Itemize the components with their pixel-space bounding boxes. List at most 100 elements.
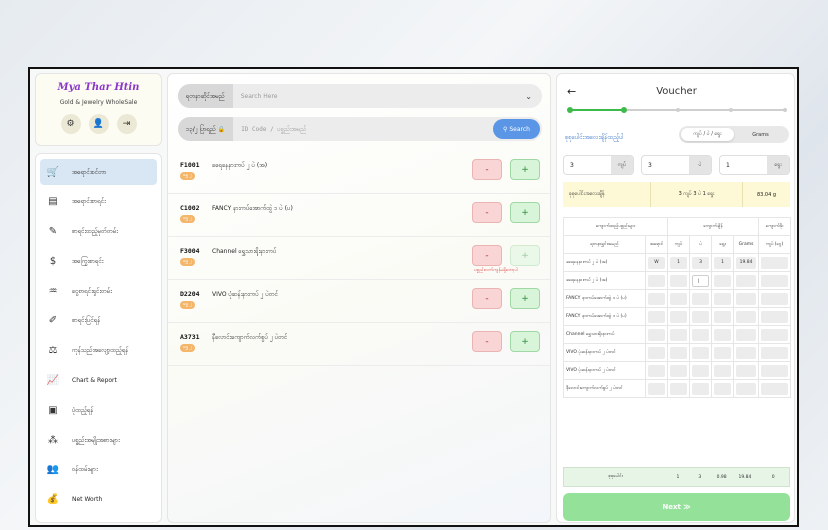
logout-button[interactable]: ⇥ (116, 114, 137, 134)
column-header: ရွေး (711, 235, 735, 254)
increase-button[interactable]: + (510, 159, 540, 180)
row-grams-input[interactable]: 19.84 (736, 256, 757, 269)
row-price-input[interactable] (761, 292, 789, 305)
chevron-down-icon[interactable]: ⌄ (525, 92, 532, 101)
row-kyat-input[interactable] (670, 328, 688, 341)
row-pe-input[interactable] (692, 382, 710, 395)
row-color-input[interactable] (648, 328, 666, 341)
row-grams-input[interactable] (736, 310, 757, 323)
row-yway-input[interactable] (714, 328, 732, 341)
increase-button[interactable]: + (510, 288, 540, 309)
sidebar-item[interactable]: ✐ စာရင်းပြင်ရန် (40, 308, 157, 334)
row-color-input[interactable] (648, 364, 666, 377)
sidebar-item[interactable]: ✎ စာရင်းထည့်မှတ်တမ်း (40, 219, 157, 245)
sidebar-item[interactable]: 💰 Net Worth (40, 487, 157, 513)
unit-toggle-option[interactable]: ကျပ် / ပဲ / ရွေး (681, 128, 734, 141)
total-yway: 0.98 (716, 474, 727, 480)
row-grams-input[interactable] (736, 346, 757, 359)
sidebar-item[interactable]: 📈 Chart & Report (40, 368, 157, 394)
row-grams-input[interactable] (736, 292, 757, 305)
cart-icon: 🛒 (46, 166, 60, 178)
row-grams-input[interactable] (736, 274, 757, 287)
row-cell (733, 379, 760, 398)
product-row: D2204 VIVO ပုံဆန်းနားကပ် ၂ ပဲတင် ရွှေ ၂ - + (168, 280, 550, 323)
row-yway-input[interactable] (714, 274, 732, 287)
row-price-input[interactable] (761, 310, 789, 323)
row-kyat-input[interactable] (670, 382, 688, 395)
row-kyat-input[interactable]: 1 (670, 256, 688, 269)
row-kyat-input[interactable] (670, 292, 688, 305)
row-cell: 1 (711, 253, 735, 272)
sidebar-item[interactable]: ⁂ ပစ္စည်းအမျိုးအစားများ (40, 427, 157, 453)
row-kyat-input[interactable] (670, 364, 688, 377)
row-yway-input[interactable]: 1 (714, 256, 732, 269)
row-pe-input[interactable]: 3 (692, 256, 710, 269)
row-price-input[interactable] (761, 382, 789, 395)
row-yway-input[interactable] (714, 382, 732, 395)
shop-select[interactable]: ရတနာဆိုင်အမည် Search Here ⌄ (178, 84, 542, 108)
row-pe-input[interactable] (692, 310, 710, 323)
row-yway-input[interactable] (714, 292, 732, 305)
increase-button[interactable]: + (510, 202, 540, 223)
column-header: ကျပ် (ငွေ) (758, 235, 792, 254)
product-panel: ရတနာဆိုင်အမည် Search Here ⌄ ၁၃/၂ ပြာရည် … (167, 73, 551, 523)
row-color-input[interactable] (648, 382, 666, 395)
search-button[interactable]: ⚲ Search (493, 119, 540, 139)
row-price-input[interactable] (761, 256, 789, 269)
row-color-input[interactable] (648, 346, 666, 359)
row-color-input[interactable] (648, 292, 666, 305)
sidebar-item[interactable]: ⚖ ကုန်သည်အလျော့ထည့်ရန် (40, 338, 157, 364)
logout-icon: ⇥ (122, 119, 131, 129)
sidebar-item[interactable]: ♒ ငွေစာရင်းရှင်းတမ်း (40, 278, 157, 304)
row-kyat-input[interactable] (670, 346, 688, 359)
row-pe-input[interactable] (692, 292, 710, 305)
decrease-button[interactable]: - (472, 202, 502, 223)
code-search-input[interactable]: ID Code / ပစ္စည်းအမည် (233, 125, 493, 134)
decrease-button[interactable]: - (472, 245, 502, 266)
gear-button[interactable]: ⚙ (60, 114, 81, 134)
sidebar-item[interactable]: ▤ အရောင်းစာရင်း (40, 189, 157, 215)
row-price-input[interactable] (761, 346, 789, 359)
row-color-input[interactable] (648, 274, 666, 287)
row-yway-input[interactable] (714, 364, 732, 377)
sidebar-item[interactable]: $ အကြွေးစာရင်း (40, 248, 157, 274)
row-cell (758, 271, 792, 290)
row-price-input[interactable] (761, 274, 789, 287)
sidebar-item[interactable]: 👥 ဝန်ထမ်းများ (40, 457, 157, 483)
table-row: ခရေနေနားကပ် ၂ ပဲ (အ) | (563, 271, 792, 290)
row-price-input[interactable] (761, 364, 789, 377)
row-yway-input[interactable] (714, 346, 732, 359)
user-button[interactable]: 👤 (88, 114, 109, 134)
sidebar-item-label: အရောင်းစာရင်း (72, 198, 106, 206)
row-cell: | (689, 271, 713, 290)
sidebar-item[interactable]: ▣ ပုံထည့်ရန် (40, 397, 157, 423)
row-grams-input[interactable] (736, 364, 757, 377)
decrease-button[interactable]: - (472, 331, 502, 352)
weight-input[interactable]: 3 ကျပ် (563, 155, 634, 175)
increase-button[interactable]: + (510, 331, 540, 352)
sidebar-item[interactable]: 🛒 အရောင်းစင်တာ (40, 159, 157, 185)
row-pe-input[interactable] (692, 328, 710, 341)
unit-toggle[interactable]: ကျပ် / ပဲ / ရွေး Grams (679, 126, 789, 143)
row-grams-input[interactable] (736, 382, 757, 395)
row-kyat-input[interactable] (670, 310, 688, 323)
row-color-input[interactable] (648, 310, 666, 323)
row-pe-input[interactable] (692, 346, 710, 359)
weight-input[interactable]: 1 ရွေး (719, 155, 790, 175)
row-pe-input[interactable] (692, 364, 710, 377)
decrease-button[interactable]: - (472, 159, 502, 180)
decrease-button[interactable]: - (472, 288, 502, 309)
row-pe-input[interactable]: | (692, 274, 710, 287)
next-button[interactable]: Next ≫ (563, 493, 790, 521)
unit-toggle-option[interactable]: Grams (734, 128, 787, 141)
row-kyat-input[interactable] (670, 274, 688, 287)
row-grams-input[interactable] (736, 328, 757, 341)
row-cell: 19.84 (733, 253, 760, 272)
sidebar-item-label: စာရင်းထည့်မှတ်တမ်း (72, 228, 118, 236)
weight-input[interactable]: 3 ပဲ (641, 155, 712, 175)
row-color-input[interactable]: W (648, 256, 666, 269)
column-header: Grams (733, 235, 760, 254)
row-price-input[interactable] (761, 328, 789, 341)
sidebar-item-label: Net Worth (72, 496, 103, 504)
row-yway-input[interactable] (714, 310, 732, 323)
